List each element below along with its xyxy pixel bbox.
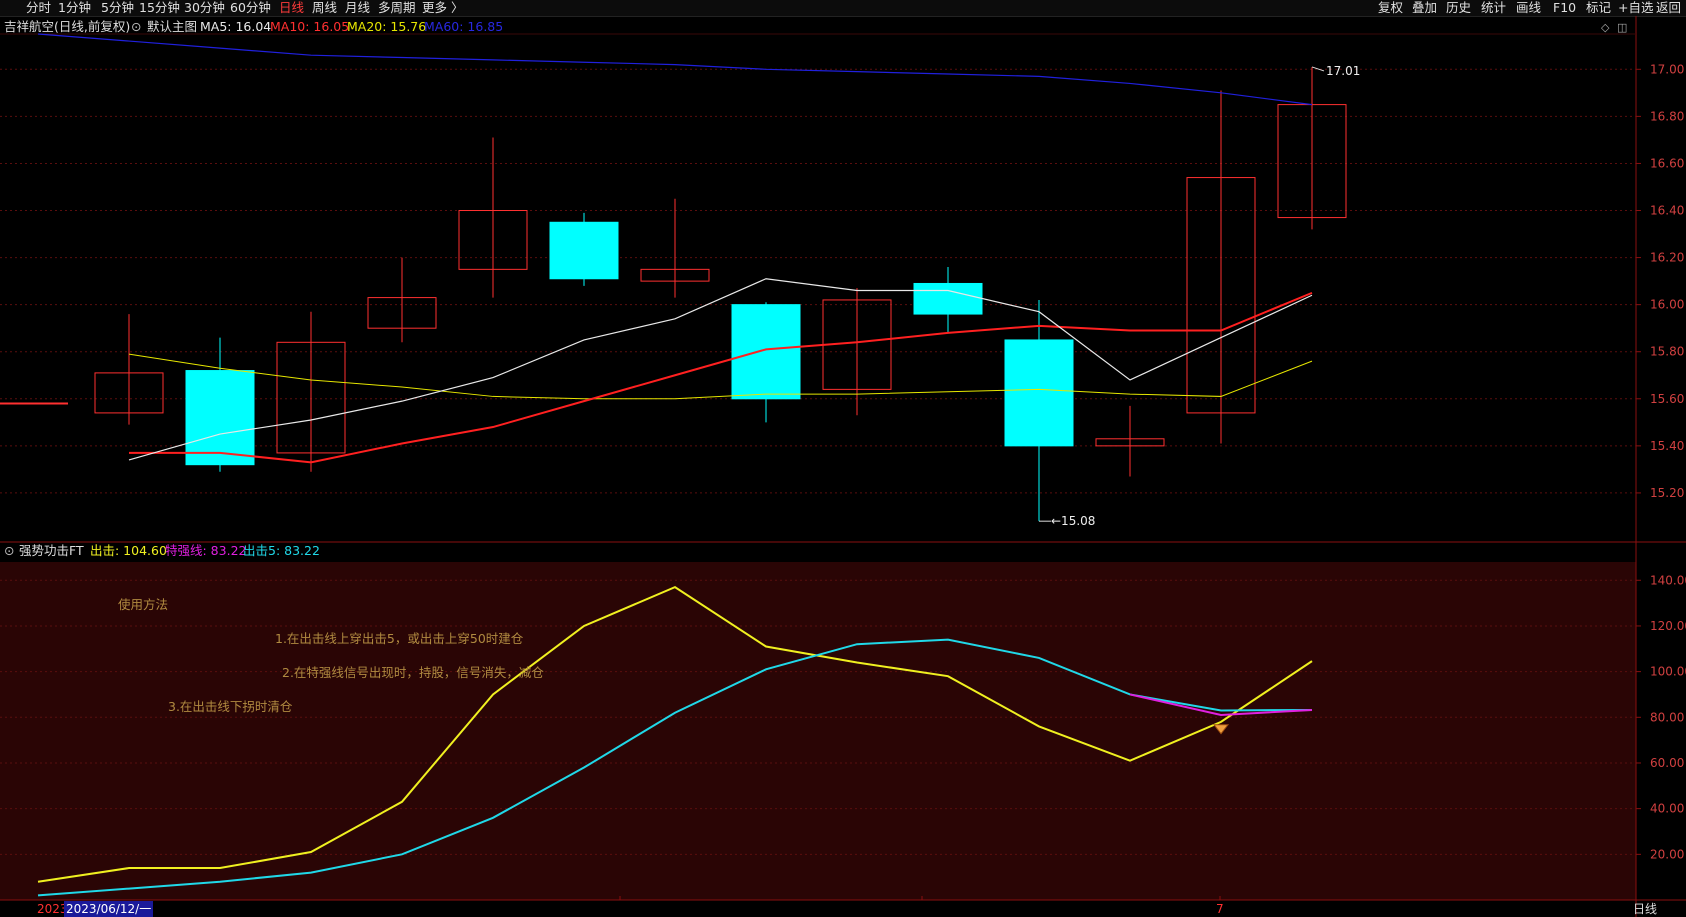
candle — [1004, 299, 1074, 522]
usage-heading: 使用方法 — [118, 597, 169, 612]
high-marker-label: 17.01 — [1326, 64, 1360, 78]
main-tick-label: 15.80 — [1650, 345, 1684, 359]
candle — [731, 302, 801, 423]
maximize-icon[interactable]: ◫ — [1617, 21, 1627, 34]
main-tick-label: 16.60 — [1650, 156, 1684, 170]
crosshair-date-label: 2023/06/12/一 — [64, 901, 154, 917]
collapse-icon[interactable]: ◇ — [1601, 21, 1609, 34]
main-tick-label: 15.60 — [1650, 392, 1684, 406]
main-tick-label: 15.20 — [1650, 486, 1684, 500]
main-tick-label: 16.20 — [1650, 251, 1684, 265]
template-selector[interactable]: ⊙ — [131, 19, 141, 35]
candle — [276, 311, 346, 472]
candle-body — [185, 370, 255, 466]
low-marker-label: ←15.08 — [1051, 514, 1095, 528]
main-tick-label: 17.00 — [1650, 62, 1684, 76]
candle — [913, 266, 983, 333]
main-tick-label: 16.00 — [1650, 298, 1684, 312]
main-template-label[interactable]: 默认主图 — [147, 19, 197, 35]
main-tick-label: 16.80 — [1650, 109, 1684, 123]
teqiang-readout: 特强线: 83.22 — [165, 543, 247, 558]
indicator-panel-bg — [0, 562, 1636, 900]
main-tick-label: 15.40 — [1650, 439, 1684, 453]
axis-year-label: 2023 — [37, 902, 68, 916]
usage-line-2: 2.在特强线信号出现时，持股，信号消失，减仓 — [282, 665, 544, 680]
candle — [1186, 90, 1256, 444]
candle — [549, 212, 619, 286]
ma60-readout: MA60: 16.85 — [424, 19, 504, 34]
main-tick-label: 16.40 — [1650, 204, 1684, 218]
indicator-tick-label: 80.00 — [1650, 710, 1684, 724]
candle — [458, 137, 528, 298]
candle — [185, 337, 255, 472]
candle-body — [731, 304, 801, 400]
chart-canvas[interactable]: 15.20 15.40 15.60 15.80 16.00 16.20 16.40 16.60… — [0, 0, 1686, 917]
chuji5-readout: 出击5: 83.22 — [243, 543, 320, 558]
ma5-readout: MA5: 16.04 — [200, 19, 272, 34]
period-label: 日线 — [1633, 902, 1658, 916]
candle-body — [549, 221, 619, 280]
indicator-selector-icon[interactable]: ⊙ — [4, 543, 14, 559]
ma5-line — [128, 278, 1313, 461]
usage-line-1: 1.在出击线上穿出击5，或出击上穿50时建仓 — [275, 631, 524, 646]
chuji-readout: 出击: 104.60 — [90, 543, 167, 558]
candle — [1095, 405, 1165, 477]
indicator-title[interactable]: 强势功击FT — [19, 543, 84, 559]
indicator-tick-label: 40.00 — [1650, 802, 1684, 816]
indicator-tick-label: 60.00 — [1650, 756, 1684, 770]
candle — [1277, 66, 1347, 230]
axis-month-label: 7 — [1216, 902, 1224, 916]
candle — [640, 198, 710, 298]
candle — [94, 314, 164, 425]
indicator-tick-label: 140.00 — [1650, 573, 1686, 587]
indicator-tick-label: 120.00 — [1650, 619, 1686, 633]
ma20-readout: MA20: 15.76 — [347, 19, 427, 34]
usage-line-3: 3.在出击线下拐时清仓 — [168, 699, 293, 714]
candle-body — [913, 282, 983, 315]
ma20-line — [128, 353, 1313, 400]
candle — [367, 257, 437, 343]
indicator-tick-label: 100.00 — [1650, 665, 1686, 679]
ma10-readout: MA10: 16.05 — [270, 19, 350, 34]
main-chart-title: 吉祥航空(日线,前复权) — [4, 19, 131, 34]
high-marker-arrow — [1311, 66, 1325, 72]
indicator-tick-label: 20.00 — [1650, 847, 1684, 861]
candle-body — [1004, 339, 1074, 447]
